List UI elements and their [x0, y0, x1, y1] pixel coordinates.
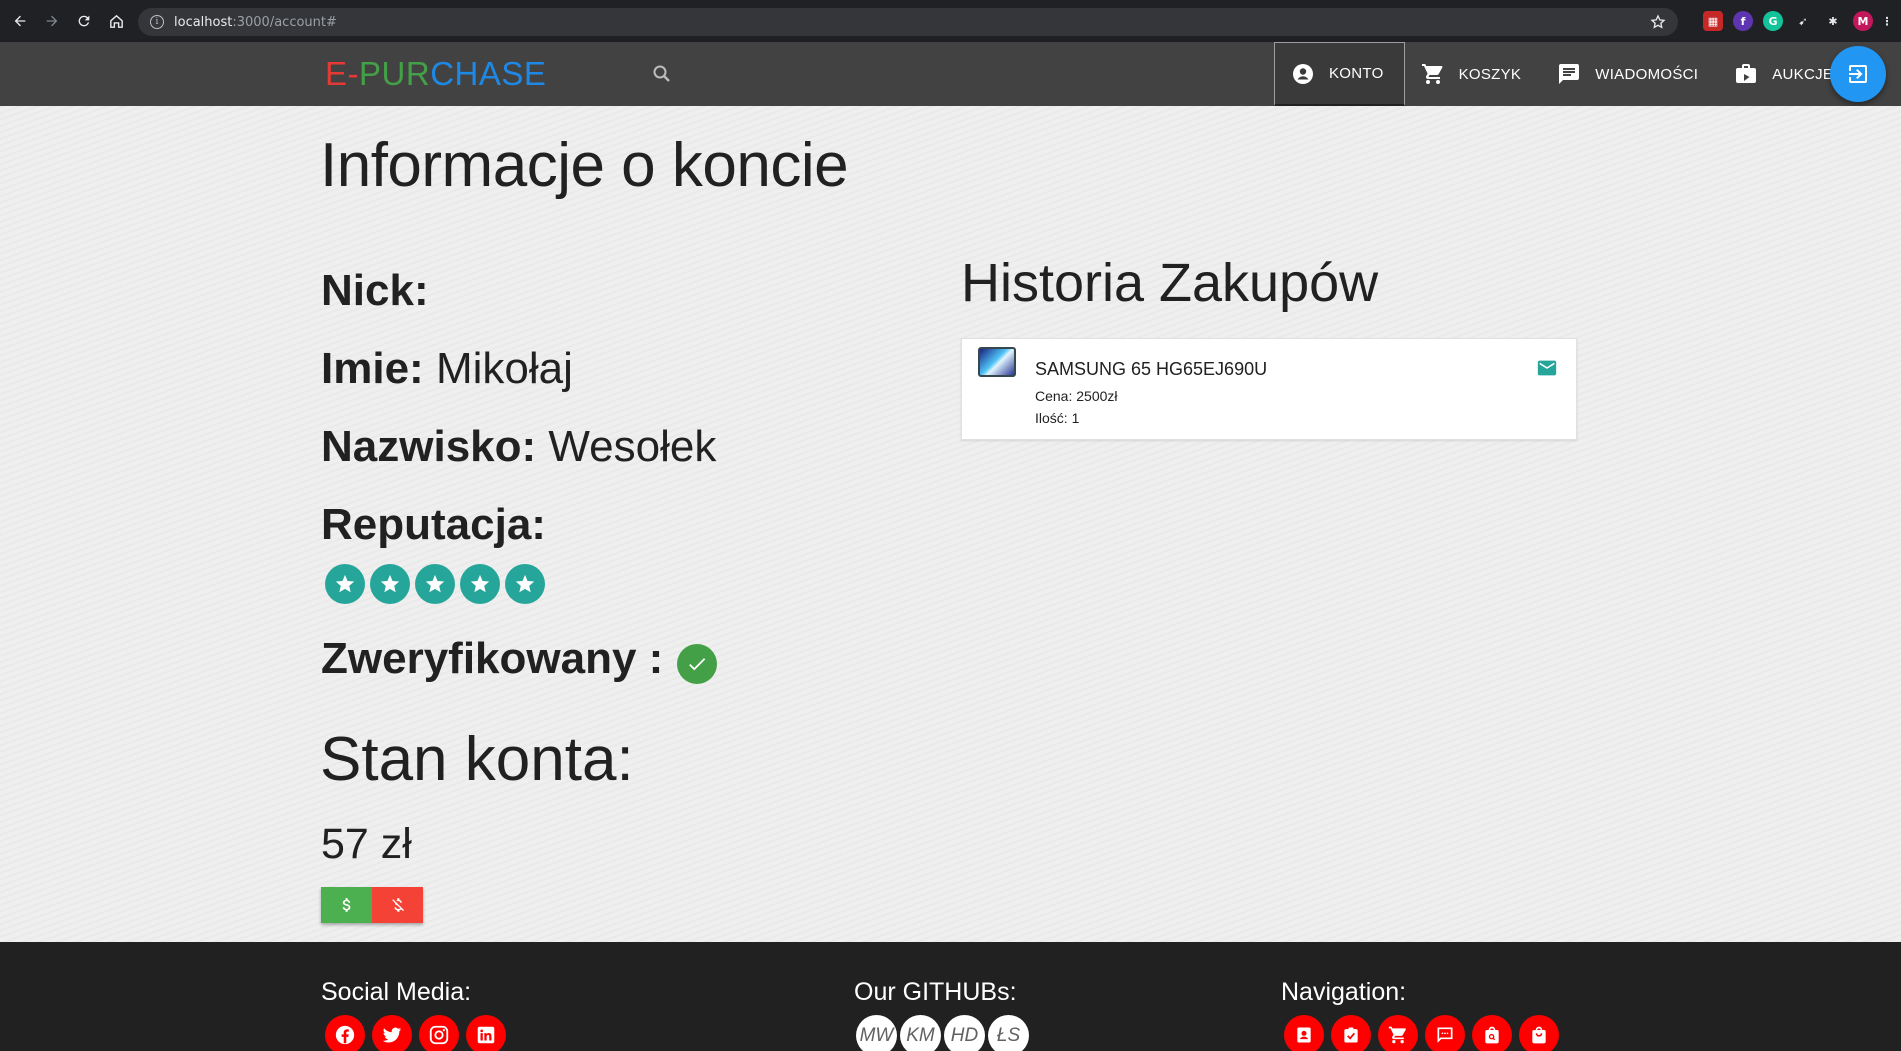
facebook-icon[interactable] — [325, 1015, 365, 1051]
menu-aukcje-label: AUKCJE — [1772, 65, 1834, 83]
message-icon — [1559, 64, 1580, 84]
menu-wiadomosci-label: WIADOMOŚCI — [1595, 65, 1699, 83]
github-heading: Our GITHUBs: — [854, 978, 1017, 1006]
imie-value: Mikołaj — [435, 344, 573, 393]
balance-value: 57 zł — [321, 820, 412, 868]
address-bar[interactable]: i localhost:3000/account# — [138, 8, 1678, 36]
withdraw-button[interactable] — [372, 887, 423, 923]
menu-wiadomosci[interactable]: WIADOMOŚCI — [1541, 42, 1718, 106]
app-header: E-PURCHASE KONTO KOSZYK WIADOMOŚCI AUKCJ… — [0, 42, 1901, 106]
star-icon — [370, 564, 410, 604]
logo-part-pur: PUR — [359, 55, 431, 92]
extensions-area: ▦ f G ➹ ✱ M ⋮ — [1703, 11, 1893, 31]
star-icon — [415, 564, 455, 604]
main-menu: KONTO KOSZYK WIADOMOŚCI AUKCJE — [1274, 42, 1853, 106]
page-title: Informacje o koncie — [320, 131, 849, 200]
navigation-heading: Navigation: — [1281, 978, 1407, 1006]
menu-konto-label: KONTO — [1329, 65, 1384, 82]
social-heading: Social Media: — [321, 978, 472, 1006]
social-icons — [325, 1015, 506, 1051]
main-content: Informacje o koncie Nick: Imie: Mikołaj … — [0, 106, 1901, 942]
nick-row: Nick: — [321, 266, 429, 316]
nazwisko-label: Nazwisko: — [321, 422, 537, 471]
url-host: localhost — [174, 14, 233, 30]
assignment-check-icon[interactable] — [1331, 1015, 1371, 1051]
account-box-icon[interactable] — [1284, 1015, 1324, 1051]
reputacja-label: Reputacja: — [321, 500, 546, 549]
nazwisko-row: Nazwisko: Wesołek — [321, 422, 716, 472]
exit-icon — [1849, 65, 1867, 83]
verified-row: Zweryfikowany : — [321, 634, 663, 684]
footer: Social Media: Our GITHUBs: MW KM HD ŁS N… — [0, 942, 1901, 1051]
dollar-icon — [342, 898, 350, 912]
github-link-mw[interactable]: MW — [856, 1015, 897, 1051]
github-link-km[interactable]: KM — [900, 1015, 941, 1051]
logo[interactable]: E-PURCHASE — [325, 55, 546, 93]
product-image — [978, 347, 1016, 377]
github-link-hd[interactable]: HD — [944, 1015, 985, 1051]
instagram-icon[interactable] — [419, 1015, 459, 1051]
history-title: Historia Zakupów — [961, 253, 1379, 313]
star-icon — [460, 564, 500, 604]
back-icon[interactable] — [4, 0, 36, 42]
verified-check-icon — [677, 644, 717, 684]
site-info-icon[interactable]: i — [150, 15, 164, 29]
mail-icon[interactable] — [1536, 357, 1558, 383]
product-name: SAMSUNG 65 HG65EJ690U — [1035, 359, 1268, 379]
menu-konto[interactable]: KONTO — [1274, 42, 1405, 106]
home-icon[interactable] — [100, 0, 132, 42]
cart-add-icon[interactable] — [1378, 1015, 1418, 1051]
reputacja-row: Reputacja: — [321, 500, 546, 550]
chat-icon[interactable] — [1425, 1015, 1465, 1051]
account-circle-icon — [1293, 63, 1313, 84]
imie-row: Imie: Mikołaj — [321, 344, 573, 394]
menu-koszyk[interactable]: KOSZYK — [1405, 42, 1542, 106]
footer-nav-icons — [1284, 1015, 1559, 1051]
auction-icon — [1736, 64, 1757, 83]
twitter-icon[interactable] — [372, 1015, 412, 1051]
linkedin-icon[interactable] — [466, 1015, 506, 1051]
verified-label: Zweryfikowany : — [321, 634, 664, 683]
history-item[interactable]: SAMSUNG 65 HG65EJ690U Cena: 2500zł Ilość… — [961, 338, 1577, 440]
browser-menu-icon[interactable]: ⋮ — [1882, 11, 1893, 31]
nazwisko-value: Wesołek — [548, 422, 717, 471]
balance-actions — [321, 887, 423, 923]
product-price: Cena: 2500zł — [1035, 388, 1118, 404]
logo-part-chase: CHASE — [430, 55, 547, 92]
balance-title: Stan konta: — [320, 725, 634, 794]
extension-calendar-icon[interactable]: ▦ — [1703, 11, 1723, 31]
deposit-button[interactable] — [321, 887, 372, 923]
github-link-ls[interactable]: ŁS — [988, 1015, 1029, 1051]
star-icon — [505, 564, 545, 604]
star-icon — [325, 564, 365, 604]
profile-avatar[interactable]: M — [1853, 11, 1873, 31]
forward-icon[interactable] — [36, 0, 68, 42]
shopping-search-icon[interactable] — [1472, 1015, 1512, 1051]
logo-part-e: E- — [325, 55, 359, 92]
search-icon[interactable] — [650, 62, 674, 90]
extension-grammarly-icon[interactable]: G — [1763, 11, 1783, 31]
extension-f-icon[interactable]: f — [1733, 11, 1753, 31]
github-links: MW KM HD ŁS — [856, 1015, 1029, 1051]
money-off-icon — [391, 898, 404, 912]
url-path: :3000/account# — [232, 14, 337, 30]
extensions-puzzle-icon[interactable]: ✱ — [1823, 11, 1843, 31]
cart-icon — [1421, 64, 1443, 84]
shopping-bag-icon[interactable] — [1519, 1015, 1559, 1051]
extension-arrow-icon[interactable]: ➹ — [1793, 11, 1813, 31]
menu-koszyk-label: KOSZYK — [1458, 65, 1522, 83]
bookmark-star-icon[interactable] — [1650, 14, 1666, 34]
imie-label: Imie: — [321, 344, 424, 393]
reputation-stars — [325, 564, 545, 604]
reload-icon[interactable] — [68, 0, 100, 42]
logout-button[interactable] — [1830, 46, 1886, 102]
browser-toolbar: i localhost:3000/account# ▦ f G ➹ ✱ M ⋮ — [0, 0, 1901, 42]
product-quantity: Ilość: 1 — [1035, 410, 1080, 426]
nick-label: Nick: — [321, 266, 429, 315]
